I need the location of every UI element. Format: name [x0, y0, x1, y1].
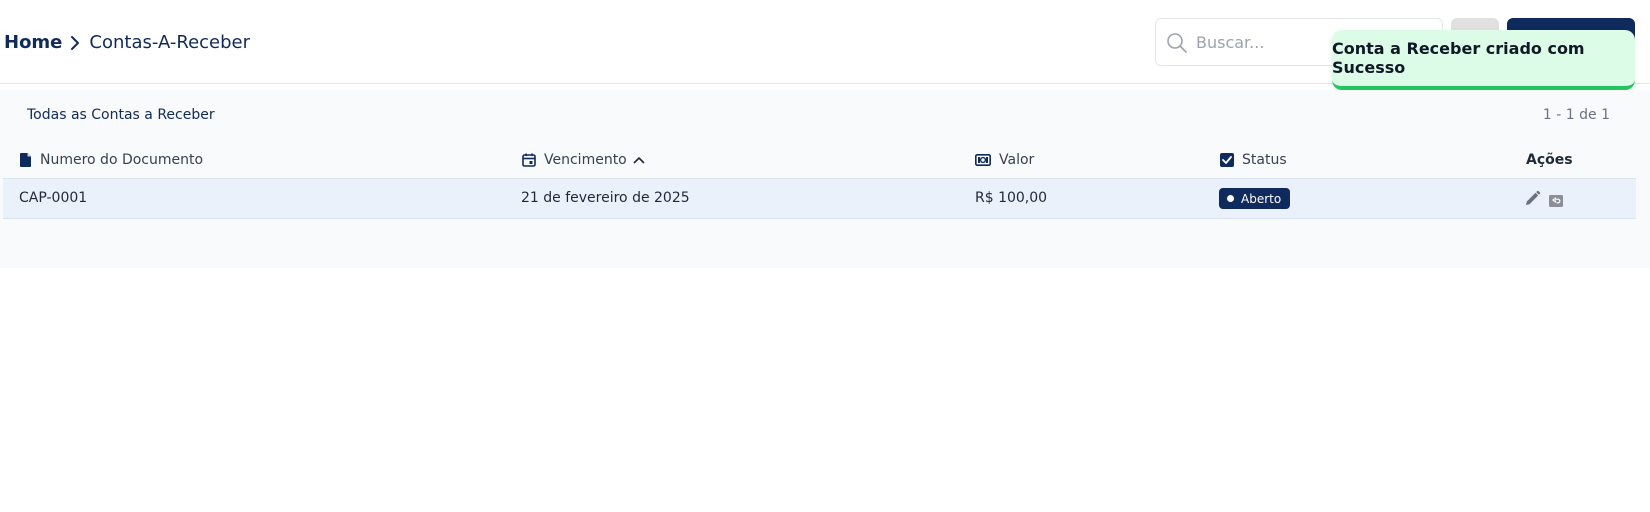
status-badge: Aberto — [1219, 188, 1291, 209]
status-label: Aberto — [1241, 191, 1282, 206]
cell-valor: R$ 100,00 — [975, 190, 1048, 206]
chevron-right-icon — [70, 35, 80, 51]
pagination-info: 1 - 1 de 1 — [1542, 107, 1610, 123]
calendar-icon — [522, 153, 536, 167]
success-toast: Conta a Receber criado com Sucesso — [1332, 30, 1635, 90]
breadcrumb-current: Contas-A-Receber — [89, 32, 251, 53]
panel-title: Todas as Contas a Receber — [27, 107, 215, 123]
column-header-valor[interactable]: Valor — [975, 152, 1034, 168]
chevron-up-icon[interactable] — [633, 156, 645, 164]
breadcrumb: Home Contas-A-Receber — [4, 32, 250, 53]
checkbox-icon — [1220, 153, 1234, 167]
column-label: Valor — [999, 152, 1035, 168]
column-label: Status — [1242, 152, 1287, 168]
table-header: Numero do Documento Vencimento Valor Sta… — [0, 144, 1636, 178]
cell-vencimento: 21 de fevereiro de 2025 — [521, 190, 690, 206]
search-icon — [1166, 32, 1188, 58]
status-dot — [1227, 195, 1234, 202]
column-label: Ações — [1526, 152, 1573, 168]
contas-panel: Todas as Contas a Receber 1 - 1 de 1 Num… — [0, 90, 1650, 268]
column-header-status[interactable]: Status — [1220, 152, 1287, 168]
toast-message: Conta a Receber criado com Sucesso — [1332, 39, 1585, 77]
file-icon — [20, 153, 31, 167]
column-header-acoes: Ações — [1526, 152, 1573, 168]
cell-documento: CAP-0001 — [19, 190, 88, 206]
column-header-documento[interactable]: Numero do Documento — [20, 152, 203, 168]
breadcrumb-home-link[interactable]: Home — [4, 32, 62, 53]
column-header-vencimento[interactable]: Vencimento — [522, 152, 653, 168]
column-label: Vencimento — [544, 152, 627, 168]
money-icon — [975, 154, 991, 166]
reply-icon[interactable] — [1549, 192, 1563, 211]
table-row[interactable]: CAP-0001 21 de fevereiro de 2025 R$ 100,… — [3, 178, 1636, 219]
column-label: Numero do Documento — [40, 152, 204, 168]
pencil-icon[interactable] — [1524, 190, 1541, 211]
